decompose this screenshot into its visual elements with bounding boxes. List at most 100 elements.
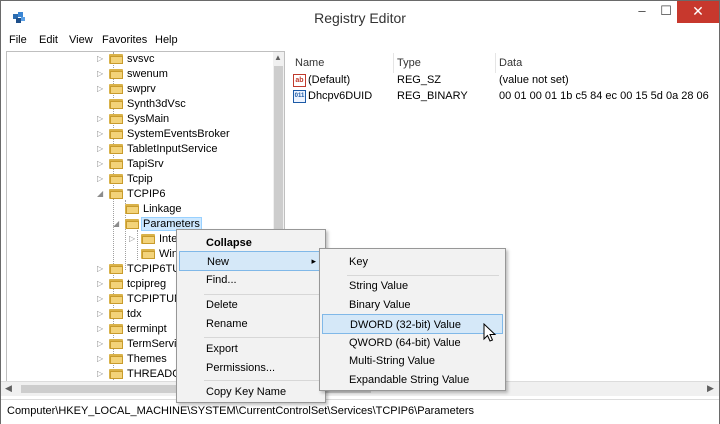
close-button[interactable]: ✕	[677, 1, 719, 23]
column-separator[interactable]	[393, 53, 394, 73]
mouse-pointer-icon	[483, 323, 497, 342]
collapse-arrow-icon[interactable]: ◢	[113, 219, 121, 228]
menu-item-collapse[interactable]: Collapse	[179, 233, 323, 253]
expand-arrow-icon[interactable]: ▷	[129, 234, 137, 243]
expand-arrow-icon[interactable]: ▷	[97, 294, 105, 303]
menu-file[interactable]: File	[9, 34, 27, 46]
maximize-button[interactable]: ☐	[655, 1, 677, 23]
expand-arrow-icon[interactable]: ▷	[97, 159, 105, 168]
menu-item-label: QWORD (64-bit) Value	[349, 337, 461, 349]
menu-item-string-value[interactable]: String Value	[322, 276, 503, 296]
folder-icon	[141, 248, 156, 260]
new-submenu: Key String Value Binary Value DWORD (32-…	[319, 248, 506, 391]
menu-item-multi-string-value[interactable]: Multi-String Value	[322, 351, 503, 371]
folder-icon	[109, 128, 124, 140]
tree-node-label: terminpt	[127, 323, 167, 335]
expand-arrow-icon[interactable]: ▷	[97, 279, 105, 288]
scroll-left-icon[interactable]: ◀	[5, 383, 12, 394]
expand-arrow-icon[interactable]: ▷	[97, 144, 105, 153]
expand-arrow-icon[interactable]: ▷	[97, 309, 105, 318]
tree-node[interactable]: ▷ svsvc	[7, 52, 269, 67]
folder-icon	[109, 83, 124, 95]
value-data: 00 01 00 01 1b c5 84 ec 00 15 5d 0a 28 0…	[499, 90, 709, 102]
expand-arrow-icon[interactable]: ▷	[97, 114, 105, 123]
folder-icon	[109, 158, 124, 170]
scroll-right-icon[interactable]: ▶	[707, 383, 714, 394]
tree-node-label: TermServic	[127, 338, 183, 350]
menu-item-find[interactable]: Find...	[179, 270, 323, 290]
folder-icon	[109, 278, 124, 290]
menu-item-copy-key-name[interactable]: Copy Key Name	[179, 382, 323, 402]
expand-arrow-icon[interactable]: ▷	[97, 129, 105, 138]
tree-node[interactable]: ▷ swenum	[7, 67, 269, 82]
folder-icon	[109, 308, 124, 320]
expand-arrow-icon[interactable]: ▷	[97, 339, 105, 348]
column-separator[interactable]	[495, 53, 496, 73]
menu-item-qword-value[interactable]: QWORD (64-bit) Value	[322, 333, 503, 353]
table-row[interactable]: ab (Default) REG_SZ (value not set)	[289, 73, 717, 88]
window-title: Registry Editor	[314, 10, 406, 26]
folder-icon	[141, 233, 156, 245]
expand-arrow-icon[interactable]: ▷	[97, 174, 105, 183]
folder-icon	[125, 203, 140, 215]
menu-item-label: String Value	[349, 280, 409, 292]
menu-item-expandable-string-value[interactable]: Expandable String Value	[322, 370, 503, 390]
tree-node[interactable]: ◢ TCPIP6	[7, 187, 269, 202]
scroll-up-icon[interactable]: ▲	[274, 53, 282, 62]
expand-arrow-icon[interactable]: ▷	[97, 84, 105, 93]
expand-arrow-icon[interactable]: ▷	[97, 324, 105, 333]
menu-favorites[interactable]: Favorites	[102, 34, 147, 46]
menu-item-rename[interactable]: Rename	[179, 314, 323, 334]
folder-open-icon	[125, 218, 140, 230]
column-header-data[interactable]: Data	[499, 57, 522, 69]
column-header-type[interactable]: Type	[397, 57, 421, 69]
expand-arrow-icon[interactable]: ▷	[97, 54, 105, 63]
menu-item-key[interactable]: Key	[322, 252, 503, 272]
menu-help[interactable]: Help	[155, 34, 178, 46]
expand-arrow-icon[interactable]: ▷	[97, 369, 105, 378]
value-type: REG_BINARY	[397, 90, 468, 102]
status-path: Computer\HKEY_LOCAL_MACHINE\SYSTEM\Curre…	[7, 405, 475, 417]
expand-arrow-icon[interactable]: ▷	[97, 264, 105, 273]
folder-icon	[109, 98, 124, 110]
folder-icon	[109, 68, 124, 80]
tree-node[interactable]: ▷ TabletInputService	[7, 142, 269, 157]
menu-item-label: Expandable String Value	[349, 374, 470, 386]
menu-item-export[interactable]: Export	[179, 339, 323, 359]
menu-item-new[interactable]: New ▸	[179, 251, 323, 271]
tree-node-label: TabletInputService	[127, 143, 218, 155]
menu-edit[interactable]: Edit	[39, 34, 58, 46]
folder-icon	[109, 53, 124, 65]
folder-open-icon	[109, 188, 124, 200]
value-name: Dhcpv6DUID	[308, 90, 373, 102]
column-header-name[interactable]: Name	[295, 57, 324, 69]
folder-icon	[109, 338, 124, 350]
menu-item-dword-value[interactable]: DWORD (32-bit) Value	[322, 314, 503, 334]
menu-item-label: DWORD (32-bit) Value	[350, 319, 462, 331]
title-bar[interactable]: Registry Editor – ☐ ✕	[1, 1, 719, 33]
tree-node[interactable]: ▷ SystemEventsBroker	[7, 127, 269, 142]
tree-node-label: Inte	[159, 233, 178, 245]
context-menu: Collapse New ▸ Find... Delete Rename Expo…	[176, 229, 326, 403]
tree-node[interactable]: ▷ TapiSrv	[7, 157, 269, 172]
menu-item-permissions[interactable]: Permissions...	[179, 358, 323, 378]
tree-node[interactable]: Linkage	[7, 202, 269, 217]
menu-view[interactable]: View	[69, 34, 93, 46]
tree-node[interactable]: ▷ swprv	[7, 82, 269, 97]
tree-node-label: SysMain	[127, 113, 170, 125]
table-row[interactable]: 011 Dhcpv6DUID REG_BINARY 00 01 00 01 1b…	[289, 89, 717, 104]
tree-node[interactable]: ▷ SysMain	[7, 112, 269, 127]
collapse-arrow-icon[interactable]: ◢	[97, 189, 105, 198]
menu-item-delete[interactable]: Delete	[179, 295, 323, 315]
menu-item-binary-value[interactable]: Binary Value	[322, 295, 503, 315]
expand-arrow-icon[interactable]: ▷	[97, 354, 105, 363]
minimize-button[interactable]: –	[631, 1, 653, 23]
menu-item-label: Permissions...	[206, 362, 276, 374]
expand-arrow-icon[interactable]: ▷	[97, 69, 105, 78]
value-type: REG_SZ	[397, 74, 442, 86]
folder-icon	[109, 293, 124, 305]
tree-node-label: tcpipreg	[127, 278, 167, 290]
tree-node-label: TCPIPTUN	[127, 293, 182, 305]
tree-node[interactable]: ▷ Tcpip	[7, 172, 269, 187]
tree-node[interactable]: Synth3dVsc	[7, 97, 269, 112]
